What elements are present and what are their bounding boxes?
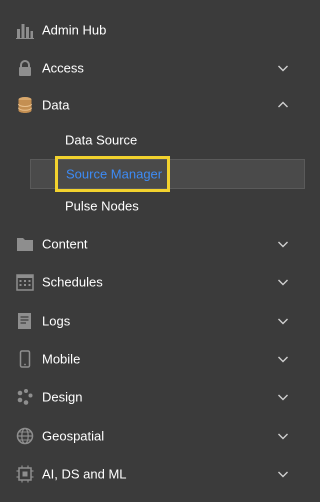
database-icon (16, 96, 34, 114)
nav-item-ai-ds-ml[interactable]: AI, DS and ML (0, 455, 305, 493)
folder-icon (16, 235, 34, 253)
chevron-down-icon[interactable] (277, 276, 289, 288)
subnav-item-data-source[interactable]: Data Source (0, 125, 305, 155)
calendar-icon (16, 273, 34, 291)
chevron-up-icon[interactable] (277, 99, 289, 111)
nav-item-label: Data (42, 97, 70, 113)
nav-item-label: Geospatial (42, 428, 105, 444)
subnav-item-label: Pulse Nodes (65, 198, 139, 214)
nav-item-content[interactable]: Content (0, 225, 305, 263)
nav-item-label: AI, DS and ML (42, 466, 127, 482)
chevron-down-icon[interactable] (277, 391, 289, 403)
palette-icon (16, 388, 34, 406)
nav-item-admin-hub[interactable]: Admin Hub (0, 11, 305, 49)
chevron-down-icon[interactable] (277, 430, 289, 442)
admin-sidebar-nav: Admin Hub Access Data Data Source Source… (0, 0, 305, 502)
nav-item-geospatial[interactable]: Geospatial (0, 417, 305, 455)
nav-item-label: Logs (42, 313, 71, 329)
nav-item-design[interactable]: Design (0, 378, 305, 416)
chevron-down-icon[interactable] (277, 468, 289, 480)
nav-item-label: Mobile (42, 351, 81, 367)
nav-item-label: Access (42, 60, 84, 76)
mobile-icon (16, 350, 34, 368)
chevron-down-icon[interactable] (277, 62, 289, 74)
nav-item-schedules[interactable]: Schedules (0, 263, 305, 301)
globe-icon (16, 427, 34, 445)
document-icon (16, 312, 34, 330)
nav-item-logs[interactable]: Logs (0, 302, 305, 340)
lock-icon (16, 59, 34, 77)
subnav-item-label: Source Manager (66, 166, 163, 182)
bar-chart-icon (16, 21, 34, 39)
nav-item-label: Content (42, 236, 88, 252)
chevron-down-icon[interactable] (277, 315, 289, 327)
nav-item-label: Design (42, 389, 83, 405)
chevron-down-icon[interactable] (277, 238, 289, 250)
chevron-down-icon[interactable] (277, 353, 289, 365)
ai-chip-icon (16, 465, 34, 483)
subnav-item-source-manager[interactable]: Source Manager (0, 156, 305, 192)
nav-item-mobile[interactable]: Mobile (0, 340, 305, 378)
subnav-item-pulse-nodes[interactable]: Pulse Nodes (0, 191, 305, 221)
subnav-item-label: Data Source (65, 132, 138, 148)
nav-item-label: Admin Hub (42, 22, 107, 38)
nav-item-access[interactable]: Access (0, 49, 305, 87)
nav-item-data[interactable]: Data (0, 86, 305, 124)
nav-item-label: Schedules (42, 274, 103, 290)
